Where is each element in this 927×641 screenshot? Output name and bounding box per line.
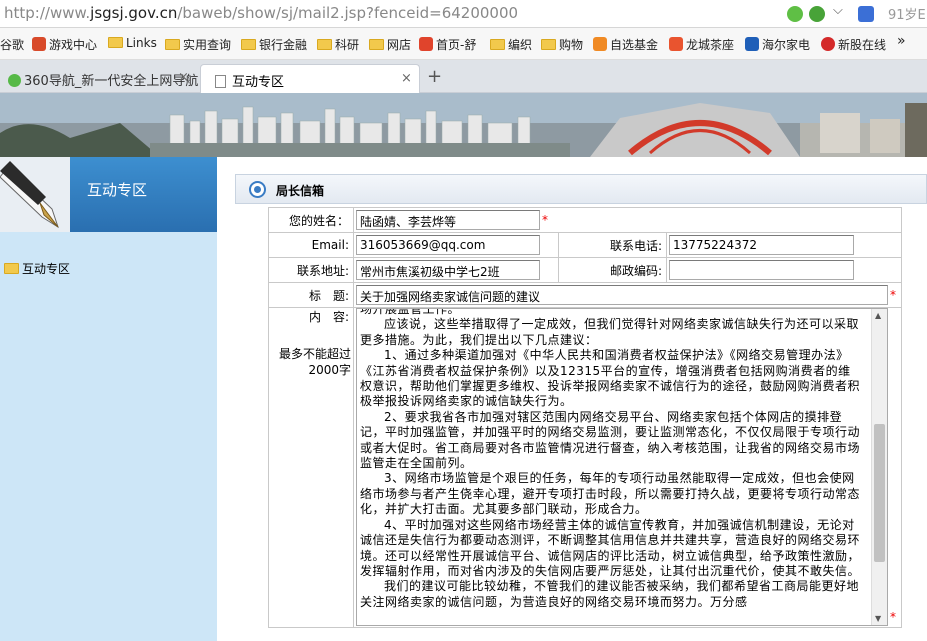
sidebar-title: 互动专区 — [87, 181, 148, 199]
required-mark: * — [890, 610, 896, 624]
search-engine-icon[interactable] — [858, 6, 874, 22]
phone-field[interactable]: 13775224372 — [669, 235, 854, 255]
skyline-image — [0, 93, 927, 157]
email-field[interactable]: 316053669@qq.com — [356, 235, 540, 255]
content-paragraph: 4、平时加强对这些网络市场经营主体的诚信宣传教育，并加强诚信机制建设，无论对诚信… — [360, 517, 861, 578]
pen-logo-icon — [0, 157, 70, 232]
folder-icon — [4, 263, 19, 274]
folder-icon — [317, 39, 332, 50]
content-paragraph: 1、通过多种渠道加强对《中华人民共和国消费者权益保护法》《网络交易管理办法》《江… — [360, 348, 861, 409]
name-field[interactable]: 陆函婧、李芸烨等 — [356, 210, 540, 230]
folder-icon — [241, 39, 256, 50]
page-icon — [215, 75, 226, 88]
stock-icon — [821, 37, 835, 51]
bookmark-item[interactable]: 自选基金 — [593, 36, 658, 53]
folder-icon — [369, 39, 384, 50]
folder-icon — [541, 39, 556, 50]
refresh-icon[interactable] — [787, 6, 803, 22]
main-content: 局长信箱 您的姓名： 陆函婧、李芸烨等 * Email: 316053669@qq… — [235, 168, 927, 641]
site-icon — [419, 37, 433, 51]
content-paragraph: 应该说，这些举措取得了一定成效，但我们觉得针对网络卖家诚信缺失行为还可以采取更多… — [360, 317, 860, 347]
postcode-field[interactable] — [669, 260, 854, 280]
content-paragraph: 我们的建议可能比较幼稚，不管我们的建议能否被采纳，我们都希望省工商局能更好地关注… — [360, 579, 860, 609]
search-hint[interactable]: 91岁E — [888, 4, 926, 23]
sidebar-item-interactive-zone[interactable]: 互动专区 — [4, 260, 70, 277]
phone-label: 联系电话: — [558, 232, 667, 258]
more-bookmarks-button[interactable]: » — [897, 33, 906, 49]
content-label: 内 容: — [308, 310, 349, 324]
folder-icon — [165, 39, 180, 50]
mail-form: 您的姓名： 陆函婧、李芸烨等 * Email: 316053669@qq.com … — [268, 207, 902, 628]
content-paragraph: 3、网络市场监管是个艰巨的任务，每年的专项行动虽然能取得一定成效，但也会使网络市… — [360, 471, 861, 517]
bookmark-folder[interactable]: 购物 — [541, 36, 583, 53]
header-banner — [0, 93, 927, 157]
bookmark-folder[interactable]: 银行金融 — [241, 36, 307, 53]
bullet-icon — [249, 181, 266, 198]
address-bar[interactable]: http://www.jsgsj.gov.cn/baweb/show/sj/ma… — [0, 0, 927, 28]
bookmark-item[interactable]: 海尔家电 — [745, 36, 810, 53]
name-label: 您的姓名： — [268, 207, 354, 233]
postcode-label: 邮政编码: — [558, 257, 667, 283]
bookmark-folder[interactable]: 实用查询 — [165, 36, 231, 53]
haier-icon — [745, 37, 759, 51]
360-icon — [8, 74, 21, 87]
content-textarea[interactable]: 场开展监管工作。 应该说，这些举措取得了一定成效，但我们觉得针对网络卖家诚信缺失… — [356, 308, 888, 626]
bookmark-item[interactable]: 新股在线 — [821, 36, 886, 53]
tab-360-nav[interactable]: 360导航_新一代安全上网导航 × — [0, 64, 198, 93]
subject-label: 标 题: — [268, 282, 354, 308]
dropdown-icon[interactable]: ⌵ — [833, 3, 843, 18]
sidebar: 互动专区 互动专区 — [0, 157, 217, 641]
bookmark-folder[interactable]: Links — [108, 36, 157, 50]
close-icon[interactable]: × — [401, 71, 412, 86]
teahouse-icon — [669, 37, 683, 51]
folder-icon — [490, 39, 505, 50]
bookmark-folder[interactable]: 编织 — [490, 36, 532, 53]
ie-mode-icon[interactable] — [809, 6, 825, 22]
required-mark: * — [890, 287, 896, 302]
bookmark-item[interactable]: 谷歌 — [0, 36, 24, 53]
bookmark-item[interactable]: 游戏中心 — [32, 36, 97, 53]
tab-strip: 360导航_新一代安全上网导航 × 互动专区 × — [0, 60, 927, 93]
tab-interactive-zone[interactable]: 互动专区 × — [200, 64, 420, 93]
section-header: 局长信箱 — [235, 174, 927, 204]
scroll-down-icon[interactable]: ▼ — [875, 614, 881, 623]
subject-field[interactable]: 关于加强网络卖家诚信问题的建议 — [356, 285, 888, 305]
section-title: 局长信箱 — [276, 184, 325, 198]
textarea-scrollbar[interactable]: ▲ ▼ — [871, 309, 887, 625]
divider — [217, 157, 227, 641]
bookmark-folder[interactable]: 科研 — [317, 36, 359, 53]
bookmark-item[interactable]: 首页-舒 — [419, 36, 476, 53]
content-text: 场开展监管工作。 应该说，这些举措取得了一定成效，但我们觉得针对网络卖家诚信缺失… — [360, 308, 863, 610]
content-paragraph: 场开展监管工作。 — [360, 308, 461, 316]
new-tab-button[interactable]: + — [427, 66, 442, 87]
address-field[interactable]: 常州市焦溪初级中学七2班 — [356, 260, 540, 280]
content-limit-note: 最多不能超过2000字 — [278, 347, 351, 377]
game-icon — [32, 37, 46, 51]
address-url[interactable]: http://www.jsgsj.gov.cn/baweb/show/sj/ma… — [4, 4, 518, 22]
required-mark: * — [542, 212, 548, 227]
fund-icon — [593, 37, 607, 51]
scroll-up-icon[interactable]: ▲ — [875, 311, 881, 320]
content-paragraph: 2、要求我省各市加强对辖区范围内网络交易平台、网络卖家包括个体网店的摸排登记，平… — [360, 409, 861, 471]
close-icon[interactable]: × — [178, 70, 189, 85]
email-label: Email: — [268, 232, 354, 258]
sidebar-header: 互动专区 — [0, 157, 217, 232]
bookmark-item[interactable]: 龙城茶座 — [669, 36, 734, 53]
folder-icon — [108, 37, 123, 48]
bookmark-folder[interactable]: 网店 — [369, 36, 411, 53]
scrollbar-thumb[interactable] — [874, 424, 885, 562]
bookmarks-bar: 谷歌 游戏中心 Links 实用查询 银行金融 科研 网店 首页-舒 编织 购物… — [0, 28, 927, 60]
address-label: 联系地址: — [268, 257, 354, 283]
